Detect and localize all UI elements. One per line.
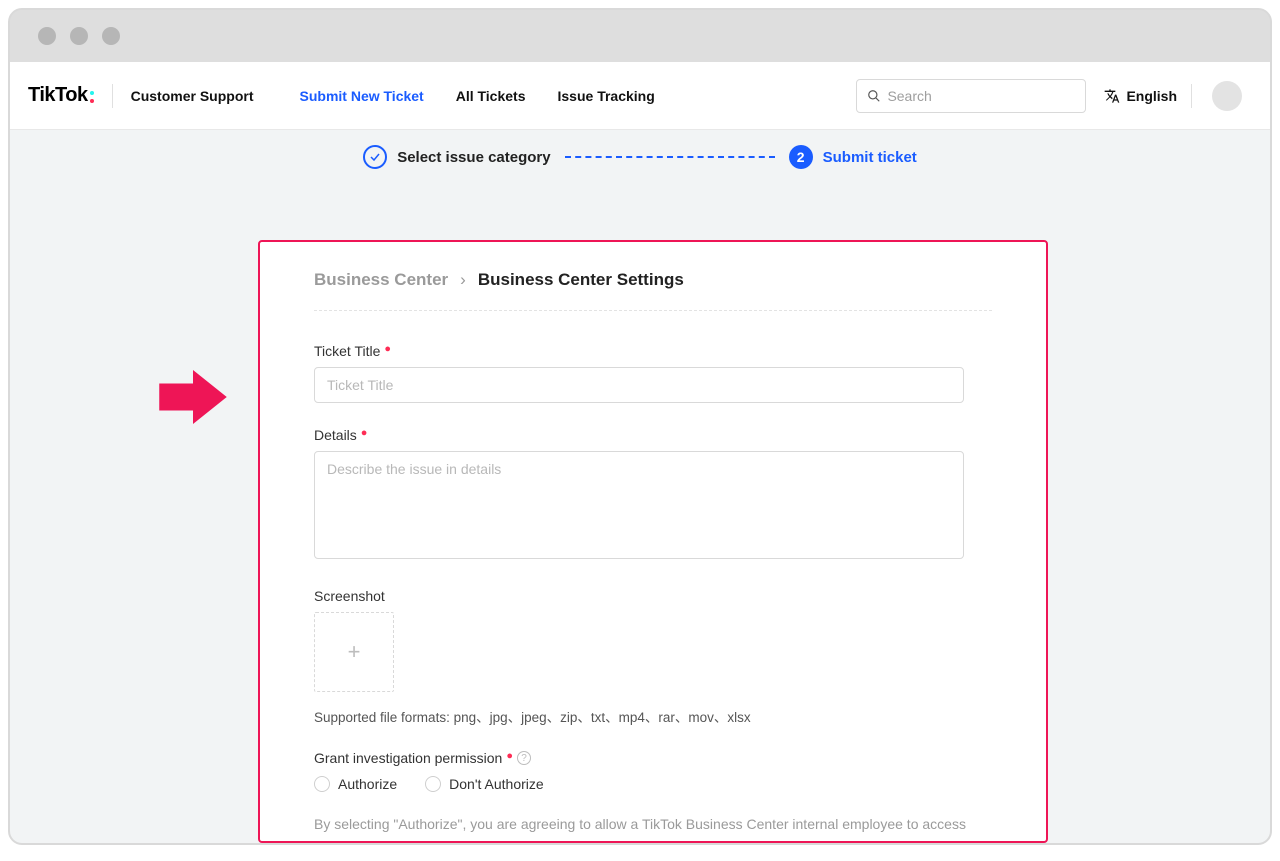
permission-disclaimer: By selecting "Authorize", you are agreei… — [314, 816, 992, 832]
permission-label: Grant investigation permission — [314, 750, 502, 766]
radio-dont-authorize[interactable]: Don't Authorize — [425, 776, 544, 792]
step-2-label: Submit ticket — [823, 149, 917, 166]
translate-icon — [1104, 88, 1120, 104]
help-icon[interactable]: ? — [517, 751, 531, 765]
required-icon: ● — [361, 427, 368, 439]
screenshot-label: Screenshot — [314, 588, 385, 604]
plus-icon: + — [348, 639, 361, 665]
radio-authorize[interactable]: Authorize — [314, 776, 397, 792]
support-label: Customer Support — [131, 88, 254, 104]
window-dot — [38, 27, 56, 45]
logo-colon-icon — [90, 91, 94, 103]
nav-all-tickets[interactable]: All Tickets — [456, 88, 526, 104]
window-dot — [102, 27, 120, 45]
step-2-number: 2 — [789, 145, 813, 169]
divider — [112, 84, 113, 108]
details-textarea[interactable] — [314, 451, 964, 559]
ticket-form-card: Business Center › Business Center Settin… — [258, 240, 1048, 843]
callout-arrow-icon — [158, 370, 228, 424]
search-input[interactable] — [887, 88, 1075, 104]
browser-window: TikTok Customer Support Submit New Ticke… — [8, 8, 1272, 845]
radio-bullet-icon — [314, 776, 330, 792]
details-label: Details — [314, 427, 357, 443]
screenshot-hint: Supported file formats: png、jpg、jpeg、zip… — [314, 706, 992, 726]
nav-submit-new-ticket[interactable]: Submit New Ticket — [300, 88, 424, 104]
stepper: Select issue category 2 Submit ticket — [10, 130, 1270, 184]
step-1: Select issue category — [363, 145, 550, 169]
required-icon: ● — [506, 750, 513, 762]
radio-dont-authorize-label: Don't Authorize — [449, 776, 544, 792]
logo-text: TikTok — [28, 84, 88, 107]
avatar[interactable] — [1212, 81, 1242, 111]
language-label: English — [1126, 88, 1177, 104]
radio-authorize-label: Authorize — [338, 776, 397, 792]
chevron-right-icon: › — [460, 270, 466, 290]
divider — [1191, 84, 1192, 108]
check-badge-icon — [363, 145, 387, 169]
radio-bullet-icon — [425, 776, 441, 792]
search-icon — [867, 89, 881, 103]
step-2: 2 Submit ticket — [789, 145, 917, 169]
divider — [314, 310, 992, 311]
breadcrumb-parent[interactable]: Business Center — [314, 270, 448, 290]
step-connector — [565, 156, 775, 158]
search-box[interactable] — [856, 79, 1086, 113]
step-1-label: Select issue category — [397, 149, 550, 166]
top-nav: TikTok Customer Support Submit New Ticke… — [10, 62, 1270, 130]
breadcrumb-current: Business Center Settings — [478, 270, 684, 290]
language-selector[interactable]: English — [1104, 88, 1177, 104]
ticket-title-input[interactable] — [314, 367, 964, 403]
upload-button[interactable]: + — [314, 612, 394, 692]
logo: TikTok — [28, 84, 94, 107]
required-icon: ● — [384, 343, 391, 355]
window-dot — [70, 27, 88, 45]
ticket-title-label: Ticket Title — [314, 343, 380, 359]
nav-issue-tracking[interactable]: Issue Tracking — [558, 88, 655, 104]
titlebar — [10, 10, 1270, 62]
breadcrumb: Business Center › Business Center Settin… — [314, 270, 992, 290]
